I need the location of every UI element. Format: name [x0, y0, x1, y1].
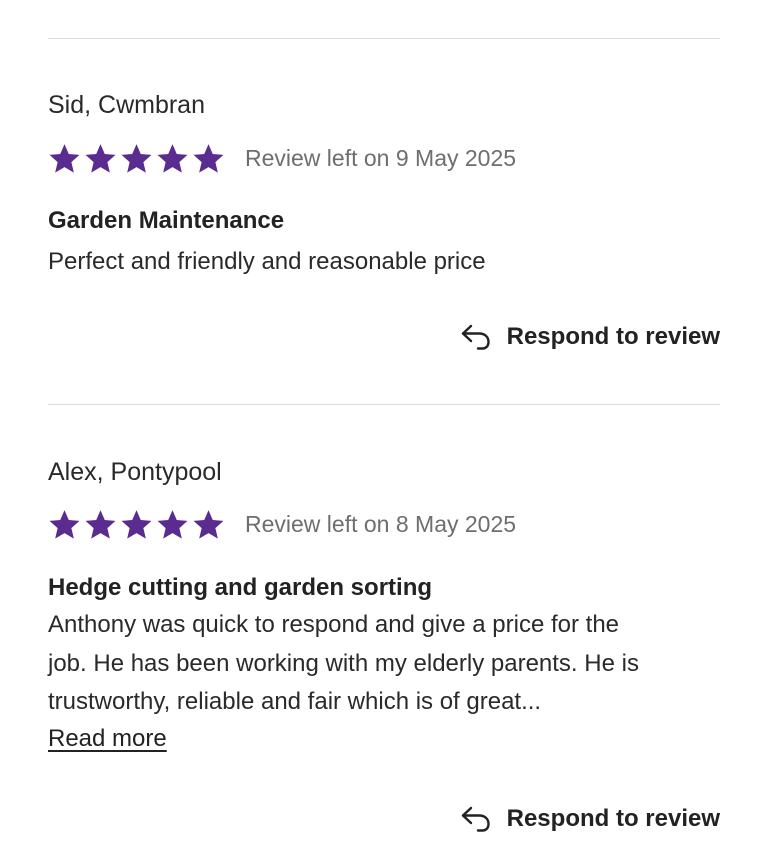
review-card: Sid, Cwmbran Review left on 9 May 2025 G…: [48, 90, 720, 282]
review-title: Garden Maintenance: [48, 207, 285, 234]
rating-row: Review left on 8 May 2025: [48, 506, 720, 542]
respond-label: Respond to review: [506, 323, 720, 350]
review-divider: [48, 404, 720, 405]
star-icon: [193, 509, 224, 539]
star-icon: [157, 509, 188, 539]
star-icon: [157, 143, 188, 173]
star-rating: [48, 508, 225, 541]
respond-to-review-button[interactable]: Respond to review: [460, 322, 720, 352]
star-icon: [49, 509, 80, 539]
review-body-line: job. He has been working with my elderly…: [48, 649, 639, 677]
star-icon: [121, 143, 152, 173]
review-body-line: trustworthy, reliable and fair which is …: [48, 688, 542, 715]
review-body-line: Anthony was quick to respond and give a …: [48, 611, 620, 638]
star-icon: [49, 143, 80, 173]
respond-label: Respond to review: [506, 805, 720, 832]
respond-to-review-button[interactable]: Respond to review: [460, 804, 720, 834]
review-date: Review left on 9 May 2025: [245, 145, 517, 171]
review-card: Alex, Pontypool Review left on 8 May 202…: [48, 457, 720, 756]
review-body: Anthony was quick to respond and give a …: [48, 606, 720, 722]
star-icon: [85, 509, 116, 539]
rating-row: Review left on 9 May 2025: [48, 140, 720, 176]
reviewer-name: Sid, Cwmbran: [48, 91, 205, 119]
review-title: Hedge cutting and garden sorting: [48, 574, 433, 601]
star-rating: [48, 142, 225, 175]
read-more-link[interactable]: Read more: [48, 722, 167, 756]
reply-arrow-icon: [461, 806, 490, 832]
reply-arrow-icon: [461, 324, 490, 350]
review-divider: [48, 38, 720, 39]
review-date: Review left on 8 May 2025: [245, 511, 517, 537]
review-body: Perfect and friendly and reasonable pric…: [48, 248, 486, 275]
star-icon: [85, 143, 116, 173]
reviewer-name: Alex, Pontypool: [48, 458, 222, 486]
star-icon: [121, 509, 152, 539]
star-icon: [193, 143, 224, 173]
